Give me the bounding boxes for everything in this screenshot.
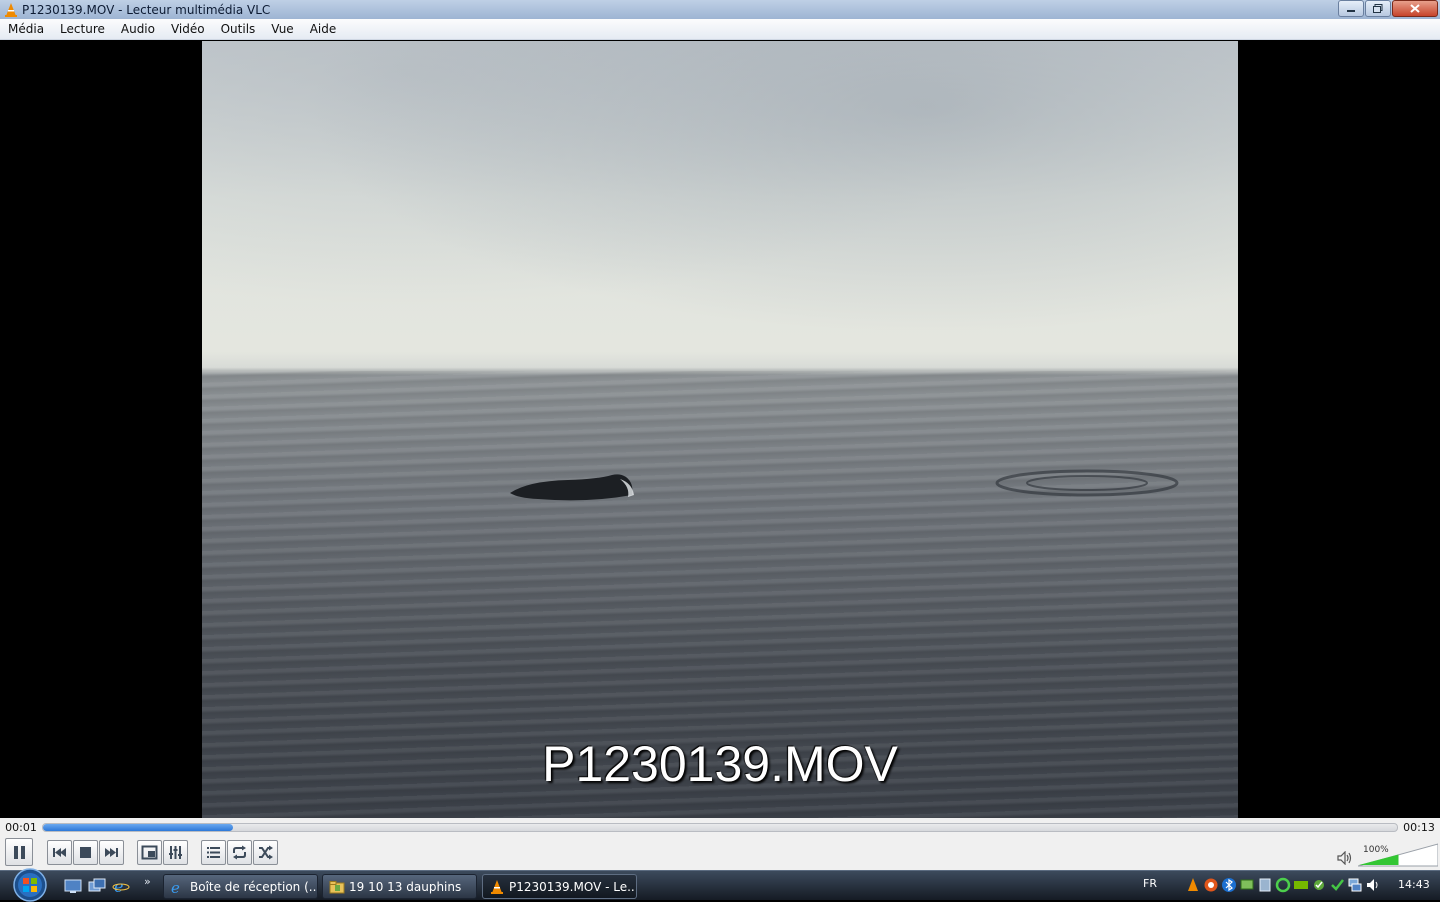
next-button[interactable] — [99, 840, 124, 865]
pause-icon — [13, 845, 25, 859]
menu-media[interactable]: Média — [0, 19, 52, 40]
shuffle-icon — [259, 845, 273, 860]
network-share-icon[interactable] — [1239, 877, 1255, 893]
dolphin — [510, 474, 634, 501]
system-tray — [1185, 877, 1383, 893]
total-time[interactable]: 00:13 — [1398, 821, 1440, 834]
start-button[interactable] — [9, 868, 51, 902]
internet-explorer-icon[interactable]: e — [112, 878, 130, 894]
window-title: P1230139.MOV - Lecteur multimédia VLC — [22, 2, 271, 17]
speaker-icon[interactable] — [1337, 851, 1353, 865]
video-area[interactable]: P1230139.MOV — [0, 40, 1440, 818]
taskbar: e » e Boîte de réception (... 19 10 13 d… — [0, 868, 1440, 902]
menu-video[interactable]: Vidéo — [163, 19, 213, 40]
video-sky — [202, 41, 1238, 371]
stop-button[interactable] — [73, 840, 98, 865]
minimize-icon — [1347, 9, 1355, 12]
extended-settings-button[interactable] — [163, 840, 188, 865]
next-icon — [105, 848, 118, 857]
svg-text:e: e — [171, 879, 180, 895]
folder-icon — [329, 880, 345, 893]
switch-windows-icon[interactable] — [88, 878, 106, 894]
fullscreen-button[interactable] — [137, 840, 162, 865]
playlist-icon — [207, 847, 220, 858]
title-bar: P1230139.MOV - Lecteur multimédia VLC — [0, 0, 1440, 19]
nvidia-icon[interactable] — [1293, 877, 1309, 893]
menu-view[interactable]: Vue — [263, 19, 301, 40]
taskbar-item-folder[interactable]: 19 10 13 dauphins — [322, 874, 477, 899]
equalizer-icon — [169, 846, 182, 859]
seek-progress — [43, 823, 233, 831]
antivirus-icon[interactable] — [1203, 877, 1219, 893]
random-button[interactable] — [253, 840, 278, 865]
quick-launch-more[interactable]: » — [144, 875, 151, 888]
seek-slider[interactable] — [42, 822, 1398, 832]
stop-icon — [80, 847, 91, 858]
previous-button[interactable] — [47, 840, 72, 865]
device-icon[interactable] — [1257, 877, 1273, 893]
volume-label: 100% — [1363, 845, 1389, 855]
taskbar-item-mail[interactable]: e Boîte de réception (... — [163, 874, 318, 899]
menu-help[interactable]: Aide — [302, 19, 345, 40]
playlist-button[interactable] — [201, 840, 226, 865]
show-desktop-icon[interactable] — [64, 878, 82, 894]
control-bar: 100% — [0, 836, 1440, 870]
bluetooth-icon[interactable] — [1221, 877, 1237, 893]
menu-playback[interactable]: Lecture — [52, 19, 113, 40]
loop-icon — [233, 845, 246, 860]
vlc-tray-icon[interactable] — [1185, 877, 1201, 893]
internet-explorer-icon: e — [171, 879, 180, 895]
video-frame[interactable]: P1230139.MOV — [202, 41, 1238, 818]
previous-icon — [53, 848, 66, 857]
close-button[interactable] — [1392, 0, 1438, 17]
taskbar-item-vlc[interactable]: P1230139.MOV - Le... — [482, 874, 637, 899]
volume-tray-icon[interactable] — [1365, 877, 1381, 893]
svg-text:e: e — [114, 878, 123, 894]
network-icon[interactable] — [1347, 877, 1363, 893]
seek-row: 00:01 00:13 — [0, 818, 1440, 836]
minimize-button[interactable] — [1338, 0, 1364, 17]
language-indicator[interactable]: FR — [1143, 877, 1157, 890]
sync-icon[interactable] — [1275, 877, 1291, 893]
taskbar-item-label: P1230139.MOV - Le... — [509, 879, 636, 894]
maximize-button[interactable] — [1365, 0, 1391, 17]
connection-icon[interactable] — [1311, 877, 1327, 893]
menu-bar: Média Lecture Audio Vidéo Outils Vue Aid… — [0, 19, 1440, 40]
vlc-icon — [5, 2, 17, 17]
taskbar-item-label: Boîte de réception (... — [190, 879, 317, 894]
menu-tools[interactable]: Outils — [213, 19, 264, 40]
close-icon — [1410, 4, 1420, 13]
clock[interactable]: 14:43 — [1398, 878, 1430, 891]
restore-icon — [1373, 4, 1383, 13]
video-title-overlay: P1230139.MOV — [542, 736, 898, 792]
loop-button[interactable] — [227, 840, 252, 865]
taskbar-item-label: 19 10 13 dauphins — [349, 879, 462, 894]
vlc-icon — [491, 879, 503, 894]
pause-button[interactable] — [5, 838, 33, 866]
window-controls — [1337, 0, 1438, 17]
fullscreen-icon — [141, 845, 158, 860]
water-ripple — [995, 469, 1179, 497]
menu-audio[interactable]: Audio — [113, 19, 163, 40]
security-check-icon[interactable] — [1329, 877, 1345, 893]
elapsed-time: 00:01 — [5, 820, 37, 834]
